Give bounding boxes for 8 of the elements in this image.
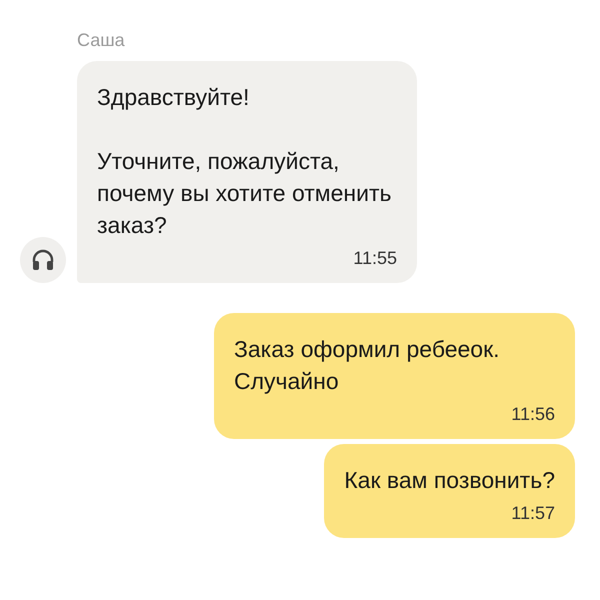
headset-icon bbox=[31, 248, 55, 272]
message-text: Здравствуйте! Уточните, пожалуйста, почему вы хотите отменить заказ? bbox=[97, 83, 392, 240]
sender-name: Саша bbox=[77, 29, 126, 52]
message-time: 11:57 bbox=[511, 502, 555, 524]
message-time: 11:55 bbox=[353, 247, 397, 269]
message-text: Как вам позвонить? bbox=[344, 466, 555, 495]
message-time: 11:56 bbox=[511, 403, 555, 425]
message-text: Заказ оформил ребееок. Случайно bbox=[234, 335, 501, 396]
